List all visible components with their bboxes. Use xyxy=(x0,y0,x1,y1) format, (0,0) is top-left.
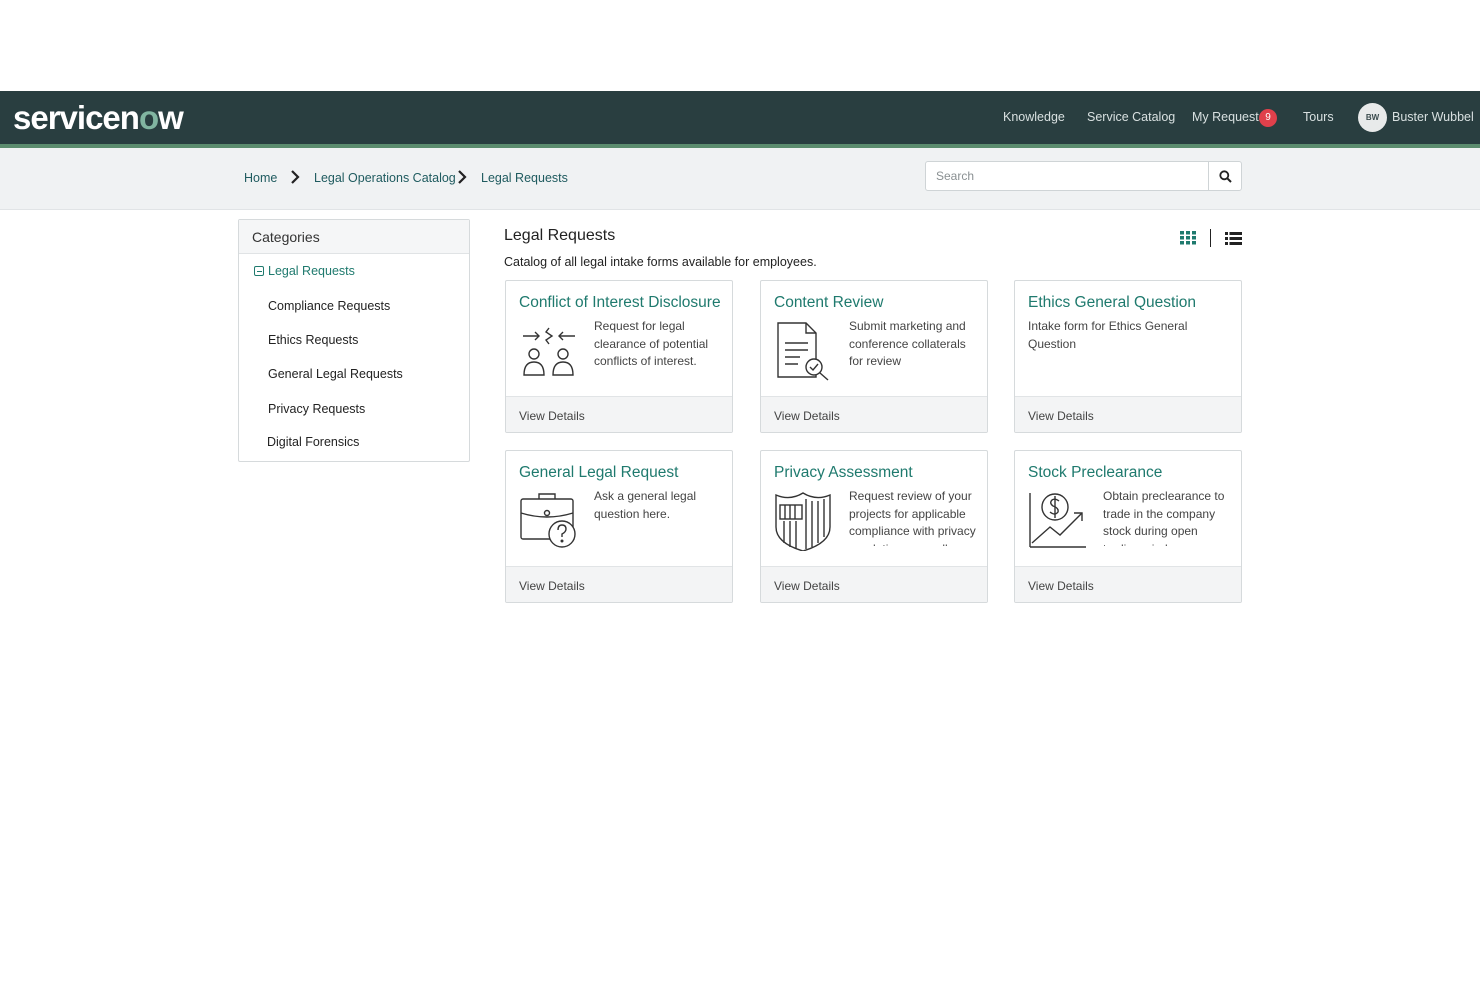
card-title[interactable]: Content Review xyxy=(774,294,883,312)
view-details-link[interactable]: View Details xyxy=(519,409,585,423)
breadcrumb-legal-operations-catalog[interactable]: Legal Operations Catalog xyxy=(314,171,456,185)
page-title: Legal Requests xyxy=(504,227,616,244)
view-details-footer[interactable]: View Details xyxy=(1015,566,1241,602)
search-icon xyxy=(1218,169,1232,183)
card-title[interactable]: General Legal Request xyxy=(519,464,678,482)
category-general-legal-requests[interactable]: General Legal Requests xyxy=(268,367,403,381)
category-ethics-requests[interactable]: Ethics Requests xyxy=(268,333,358,347)
collapse-icon[interactable] xyxy=(254,266,264,276)
user-name[interactable]: Buster Wubbel xyxy=(1392,110,1474,124)
view-details-footer[interactable]: View Details xyxy=(761,566,987,602)
categories-title: Categories xyxy=(252,229,320,245)
search-button[interactable] xyxy=(1208,161,1242,191)
chevron-right-icon xyxy=(458,170,467,184)
card-title[interactable]: Ethics General Question xyxy=(1028,294,1196,312)
card-title[interactable]: Stock Preclearance xyxy=(1028,464,1162,482)
category-legal-requests[interactable]: Legal Requests xyxy=(254,264,355,278)
card-description: Request for legal clearance of potential… xyxy=(594,319,709,369)
my-requests-count-badge[interactable]: 9 xyxy=(1259,109,1277,127)
list-view-icon[interactable] xyxy=(1225,232,1242,245)
view-details-footer[interactable]: View Details xyxy=(1015,396,1241,432)
card-description: Ask a general legal question here. xyxy=(594,489,697,521)
nav-tours[interactable]: Tours xyxy=(1303,110,1334,124)
user-avatar[interactable]: BW xyxy=(1358,103,1387,132)
catalog-card-content-review[interactable]: Content Review Submit marketing and conf… xyxy=(760,280,988,433)
servicenow-logo[interactable]: servicenow xyxy=(13,99,184,137)
grid-view-icon[interactable] xyxy=(1180,231,1196,245)
shield-icon xyxy=(775,492,831,551)
category-privacy-requests[interactable]: Privacy Requests xyxy=(268,402,365,416)
categories-panel: Categories Legal Requests Compliance Req… xyxy=(238,219,470,462)
card-description: Request review of your projects for appl… xyxy=(849,489,976,546)
document-search-icon xyxy=(777,322,829,381)
card-description: Submit marketing and conference collater… xyxy=(849,319,966,369)
page-description: Catalog of all legal intake forms availa… xyxy=(504,255,817,269)
card-title[interactable]: Conflict of Interest Disclosure xyxy=(519,294,721,312)
nav-service-catalog[interactable]: Service Catalog xyxy=(1087,110,1175,124)
dollar-chart-icon xyxy=(1029,493,1086,548)
view-details-link[interactable]: View Details xyxy=(1028,409,1094,423)
catalog-card-privacy-assessment[interactable]: Privacy Assessment Request review of you… xyxy=(760,450,988,603)
category-root-label: Legal Requests xyxy=(268,264,355,278)
view-toggle-divider xyxy=(1210,229,1211,247)
catalog-card-stock-preclearance[interactable]: Stock Preclearance Obtain preclearance t… xyxy=(1014,450,1242,603)
card-description: Obtain preclearance to trade in the comp… xyxy=(1103,489,1225,546)
nav-my-requests[interactable]: My Requests xyxy=(1192,110,1265,124)
people-conflict-icon xyxy=(523,327,575,376)
chevron-right-icon xyxy=(291,170,300,184)
view-details-footer[interactable]: View Details xyxy=(761,396,987,432)
briefcase-question-icon xyxy=(520,493,576,548)
breadcrumb-band xyxy=(0,148,1480,210)
card-title[interactable]: Privacy Assessment xyxy=(774,464,913,482)
breadcrumb-home[interactable]: Home xyxy=(244,171,277,185)
category-digital-forensics[interactable]: Digital Forensics xyxy=(267,435,359,449)
categories-header: Categories xyxy=(239,220,469,254)
catalog-card-ethics-general-question[interactable]: Ethics General Question Intake form for … xyxy=(1014,280,1242,433)
view-details-footer[interactable]: View Details xyxy=(506,566,732,602)
search-input[interactable] xyxy=(925,161,1209,191)
view-details-link[interactable]: View Details xyxy=(774,409,840,423)
catalog-card-conflict-of-interest[interactable]: Conflict of Interest Disclosure Request … xyxy=(505,280,733,433)
view-details-link[interactable]: View Details xyxy=(519,579,585,593)
category-compliance-requests[interactable]: Compliance Requests xyxy=(268,299,390,313)
view-details-footer[interactable]: View Details xyxy=(506,396,732,432)
view-details-link[interactable]: View Details xyxy=(774,579,840,593)
card-description: Intake form for Ethics General Question xyxy=(1028,319,1188,351)
nav-knowledge[interactable]: Knowledge xyxy=(1003,110,1065,124)
breadcrumb-legal-requests[interactable]: Legal Requests xyxy=(481,171,568,185)
view-details-link[interactable]: View Details xyxy=(1028,579,1094,593)
catalog-card-general-legal-request[interactable]: General Legal Request Ask a general lega… xyxy=(505,450,733,603)
